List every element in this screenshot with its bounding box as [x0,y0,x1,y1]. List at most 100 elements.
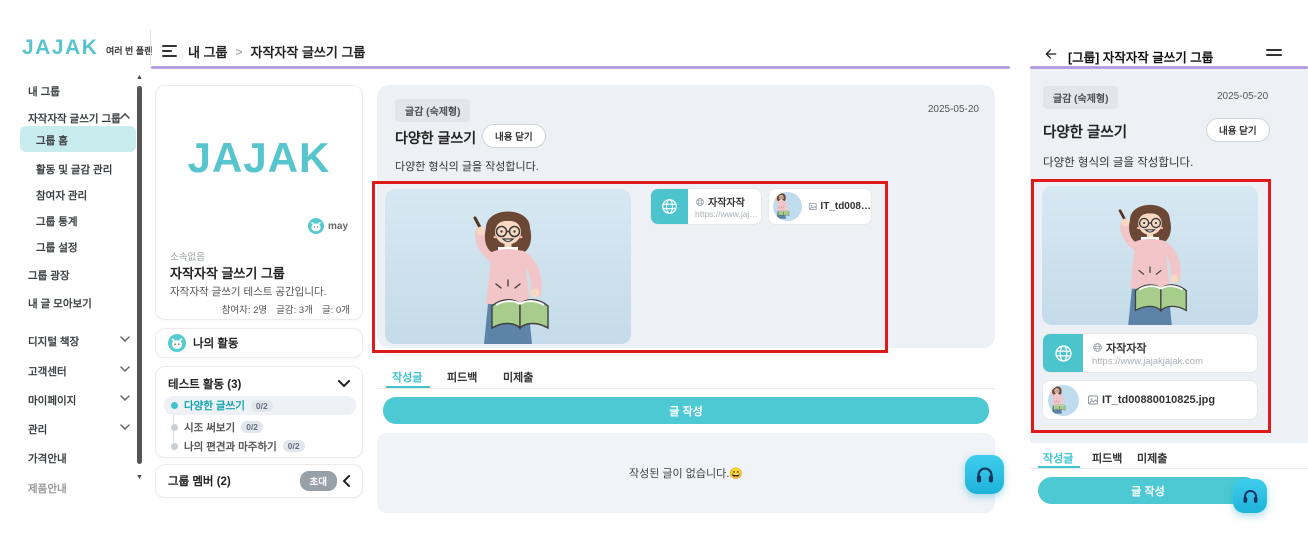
sidebar-item-my-groups[interactable]: 내 그룹 [28,84,60,99]
owner-name: may [327,220,348,232]
mobile-prompt-illustration [1042,186,1258,325]
group-owner-chip[interactable]: may [308,218,348,234]
sidebar-item-support[interactable]: 고객센터 [28,364,67,379]
activity-item-active[interactable]: 다양한 글쓰기 0/2 [164,396,356,415]
chevron-down-icon[interactable] [338,380,350,387]
breadcrumb-root[interactable]: 내 그룹 [188,42,228,61]
link-url: https://www.jajakjajak.com [1092,355,1203,367]
tab-not-submitted[interactable]: 미제출 [503,369,533,385]
activity-list-card: 테스트 활동 (3) 다양한 글쓰기 0/2 시조 써보기 0/2 나의 편견과… [155,366,363,458]
sidebar-item-group-stats[interactable]: 그룹 통계 [36,214,78,229]
back-arrow-icon[interactable] [1043,47,1059,61]
chevron-down-icon[interactable] [120,366,130,372]
headset-icon [1241,487,1260,506]
scrollbar-down-arrow[interactable]: ▼ [136,474,143,481]
image-filename: IT_td008… [820,201,871,212]
header-divider [150,30,151,68]
globe-tile [1043,334,1083,372]
stat-prompts: 글감: 3개 [276,305,313,316]
compose-post-label: 글 작성 [669,405,703,418]
mobile-menu-icon[interactable] [1266,46,1282,59]
sidebar-item-participant-mgmt[interactable]: 참여자 관리 [36,188,87,203]
headset-icon [974,464,996,486]
sidebar-item-group-square[interactable]: 그룹 광장 [28,268,70,283]
image-attachment-card[interactable]: IT_td008… [768,188,872,225]
inactive-dot-icon [171,442,178,450]
my-activity-card[interactable]: 나의 활동 [155,328,363,358]
group-info-card: JAJAK may 소속없음 자작자작 글쓰기 그룹 자작자작 글쓰기 테스트 … [155,85,363,320]
activity-label: 시조 써보기 [184,421,236,434]
mobile-prompt-date: 2025-05-20 [1217,91,1269,102]
activity-progress-badge: 0/2 [241,421,264,433]
sidebar-item-digital-shelf[interactable]: 디지털 책장 [28,334,79,349]
sidebar-item-group[interactable]: 자작자작 글쓰기 그룹 [28,111,121,126]
collapse-content-button[interactable]: 내용 닫기 [482,124,546,148]
members-title: 그룹 멤버 (2) [168,476,231,488]
mobile-collapse-content-button[interactable]: 내용 닫기 [1206,118,1270,142]
activity-item[interactable]: 시조 써보기 0/2 [164,418,356,436]
sidebar-item-product-info[interactable]: 제품안내 [28,481,67,496]
mobile-image-attachment-card[interactable]: IT_td00880010825.jpg [1042,380,1258,420]
active-dot-icon [171,402,178,409]
mobile-prompt-title: 다양한 글쓰기 [1043,125,1128,141]
invite-button[interactable]: 초대 [299,471,337,491]
image-thumbnail [1048,384,1079,416]
scrollbar-up-arrow[interactable]: ▲ [136,74,143,81]
illustration-thumb-icon [773,192,802,221]
activity-label: 다양한 글쓰기 [184,400,245,412]
activity-item[interactable]: 나의 편견과 마주하기 0/2 [164,437,356,455]
link-title: 자작자작 [708,198,745,209]
tab-written-posts[interactable]: 작성글 [392,369,422,385]
picture-icon [1087,394,1099,406]
mobile-support-chat-button[interactable] [1233,479,1267,513]
sidebar-item-mypage[interactable]: 마이페이지 [28,393,76,408]
mobile-tab-not-submitted[interactable]: 미제출 [1137,450,1167,466]
sidebar-item-group-settings[interactable]: 그룹 설정 [36,240,78,255]
mobile-header-title: [그룹] 자작자작 글쓰기 그룹 [1068,51,1214,65]
link-attachment-card[interactable]: 자작자작 https://www.jaj… [650,188,762,225]
support-chat-button[interactable] [965,455,1004,494]
mobile-link-attachment-card[interactable]: 자작자작 https://www.jajakjajak.com [1042,333,1258,373]
link-title: 자작자작 [1106,342,1147,355]
chevron-down-icon[interactable] [120,336,130,342]
tab-feedback[interactable]: 피드백 [447,369,477,385]
empty-state-area: 작성된 글이 없습니다.😄 [377,433,995,513]
chevron-down-icon[interactable] [120,395,130,401]
sidebar-item-admin[interactable]: 관리 [28,422,47,437]
globe-small-icon [695,197,705,207]
sidebar-item-activity-mgmt[interactable]: 활동 및 글감 관리 [36,162,112,177]
compose-post-button[interactable]: 글 작성 [383,397,989,424]
group-title: 자작자작 글쓰기 그룹 [170,266,285,281]
sidebar-item-pricing[interactable]: 가격안내 [28,451,67,466]
stat-participants: 참여자: 2명 [221,305,268,316]
mobile-compose-post-button[interactable]: 글 작성 [1038,477,1258,504]
group-cover-logo: JAJAK [187,134,331,181]
globe-icon [1053,343,1074,364]
sidebar-item-my-posts[interactable]: 내 글 모아보기 [28,296,92,311]
chevron-up-icon[interactable] [120,113,130,119]
plan-badge: 여러 번 플랜 [106,46,153,56]
mobile-tab-written-posts[interactable]: 작성글 [1043,450,1073,466]
prompt-type-badge: 글감 (숙제형) [395,99,471,122]
group-members-card: 그룹 멤버 (2) 초대 [155,464,363,498]
prompt-illustration [385,189,631,344]
tab-row-border [377,388,995,389]
chevron-down-icon[interactable] [120,424,130,430]
group-description: 자작자작 글쓰기 테스트 공간입니다. [170,286,327,298]
activity-progress-badge: 0/2 [250,399,273,412]
mobile-prompt-description: 다양한 형식의 글을 작성합니다. [1043,157,1194,169]
breadcrumb-current: 자작자작 글쓰기 그룹 [250,45,366,60]
chevron-left-icon[interactable] [343,475,350,487]
globe-tile [651,189,688,224]
prompt-description: 다양한 형식의 글을 작성합니다. [395,161,539,173]
mobile-tab-feedback[interactable]: 피드백 [1092,450,1122,466]
sidebar-toggle-icon[interactable] [162,42,177,60]
sidebar-item-group-home-label: 그룹 홈 [36,135,68,147]
sidebar-item-group-home[interactable]: 그룹 홈 [20,126,136,152]
sidebar-scrollbar[interactable] [137,86,142,464]
app-logo[interactable]: JAJAK [22,36,98,60]
illustration-woman-writing-icon [442,194,574,344]
empty-state-text: 작성된 글이 없습니다.😄 [629,468,743,480]
illustration-woman-writing-icon [1090,189,1210,325]
app-root: JAJAK 여러 번 플랜 내 그룹 > 자작자작 글쓰기 그룹 내 그룹 자작… [0,0,1308,536]
